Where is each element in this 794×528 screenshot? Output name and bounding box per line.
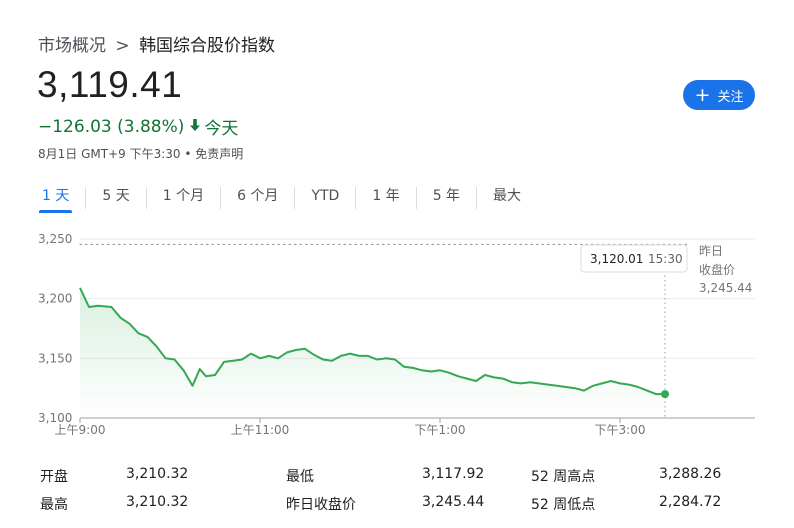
stat-prev-close-label: 昨日收盘价 bbox=[286, 497, 356, 513]
tab-max[interactable]: 最大 bbox=[477, 183, 537, 213]
tab-1-month[interactable]: 1 个月 bbox=[147, 183, 220, 213]
previous-close-value: 3,245.44 bbox=[699, 281, 752, 295]
hover-tooltip: 3,120.01 15:30 bbox=[580, 244, 688, 273]
y-tick-label: 3,200 bbox=[38, 292, 72, 306]
stat-52w-low-label: 52 周低点 bbox=[531, 497, 596, 513]
tooltip-time: 15:30 bbox=[648, 252, 683, 266]
breadcrumb: 市场概况 > 韩国综合股价指数 bbox=[38, 31, 275, 56]
change-value: −126.03 (3.88%) bbox=[38, 116, 185, 137]
x-tick-label: 上午11:00 bbox=[231, 423, 290, 437]
breadcrumb-parent-link[interactable]: 市场概况 bbox=[38, 36, 106, 56]
price-change: −126.03 (3.88%) 今天 bbox=[38, 114, 239, 140]
tab-1-day[interactable]: 1 天 bbox=[26, 183, 85, 213]
current-point-dot bbox=[661, 390, 669, 399]
tab-5-day[interactable]: 5 天 bbox=[86, 183, 145, 213]
stat-52w-low-value: 2,284.72 bbox=[659, 494, 722, 510]
tab-5-year[interactable]: 5 年 bbox=[417, 183, 476, 213]
change-period: 今天 bbox=[204, 119, 239, 139]
stat-52w-high-label: 52 周高点 bbox=[531, 469, 596, 485]
arrow-down-icon bbox=[189, 117, 201, 136]
quote-meta: 8月1日 GMT+9 下午3:30 • 免责声明 bbox=[38, 147, 244, 161]
x-tick-label: 上午9:00 bbox=[55, 423, 106, 437]
stat-high-label: 最高 bbox=[40, 497, 68, 513]
tooltip-value: 3,120.01 bbox=[590, 252, 643, 266]
follow-button[interactable]: + 关注 bbox=[683, 80, 755, 110]
breadcrumb-current: 韩国综合股价指数 bbox=[139, 36, 276, 56]
stat-low-value: 3,117.92 bbox=[422, 466, 485, 482]
y-tick-label: 3,250 bbox=[38, 232, 72, 246]
series-area bbox=[80, 287, 665, 418]
stat-prev-close-value: 3,245.44 bbox=[422, 494, 485, 510]
stat-low-label: 最低 bbox=[286, 469, 314, 485]
plus-icon: + bbox=[694, 83, 711, 106]
current-price: 3,119.41 bbox=[37, 64, 183, 105]
stat-open-label: 开盘 bbox=[40, 469, 68, 485]
x-tick-label: 下午1:00 bbox=[415, 423, 466, 437]
stat-52w-high-value: 3,288.26 bbox=[659, 466, 722, 482]
tab-ytd[interactable]: YTD bbox=[295, 183, 355, 213]
tab-1-year[interactable]: 1 年 bbox=[356, 183, 415, 213]
price-chart[interactable]: 3,2503,2003,1503,100上午9:00 上午11:00 下午1:00 下… bbox=[0, 225, 794, 450]
breadcrumb-separator: > bbox=[115, 36, 130, 56]
x-tick-label: 下午3:00 bbox=[595, 423, 646, 437]
stat-open-value: 3,210.32 bbox=[126, 466, 189, 482]
tab-6-month[interactable]: 6 个月 bbox=[221, 183, 294, 213]
previous-close-label: 昨日 bbox=[699, 244, 723, 258]
stat-high-value: 3,210.32 bbox=[126, 494, 189, 510]
y-tick-label: 3,150 bbox=[38, 351, 72, 365]
follow-button-label: 关注 bbox=[717, 89, 744, 105]
stats-table: 开盘 3,210.32 最高 3,210.32 最低 3,117.92 昨日收盘… bbox=[40, 466, 760, 522]
time-range-tabs: 1 天 5 天 1 个月 6 个月 YTD 1 年 5 年 最大 bbox=[26, 183, 537, 213]
previous-close-label: 收盘价 bbox=[699, 262, 735, 277]
